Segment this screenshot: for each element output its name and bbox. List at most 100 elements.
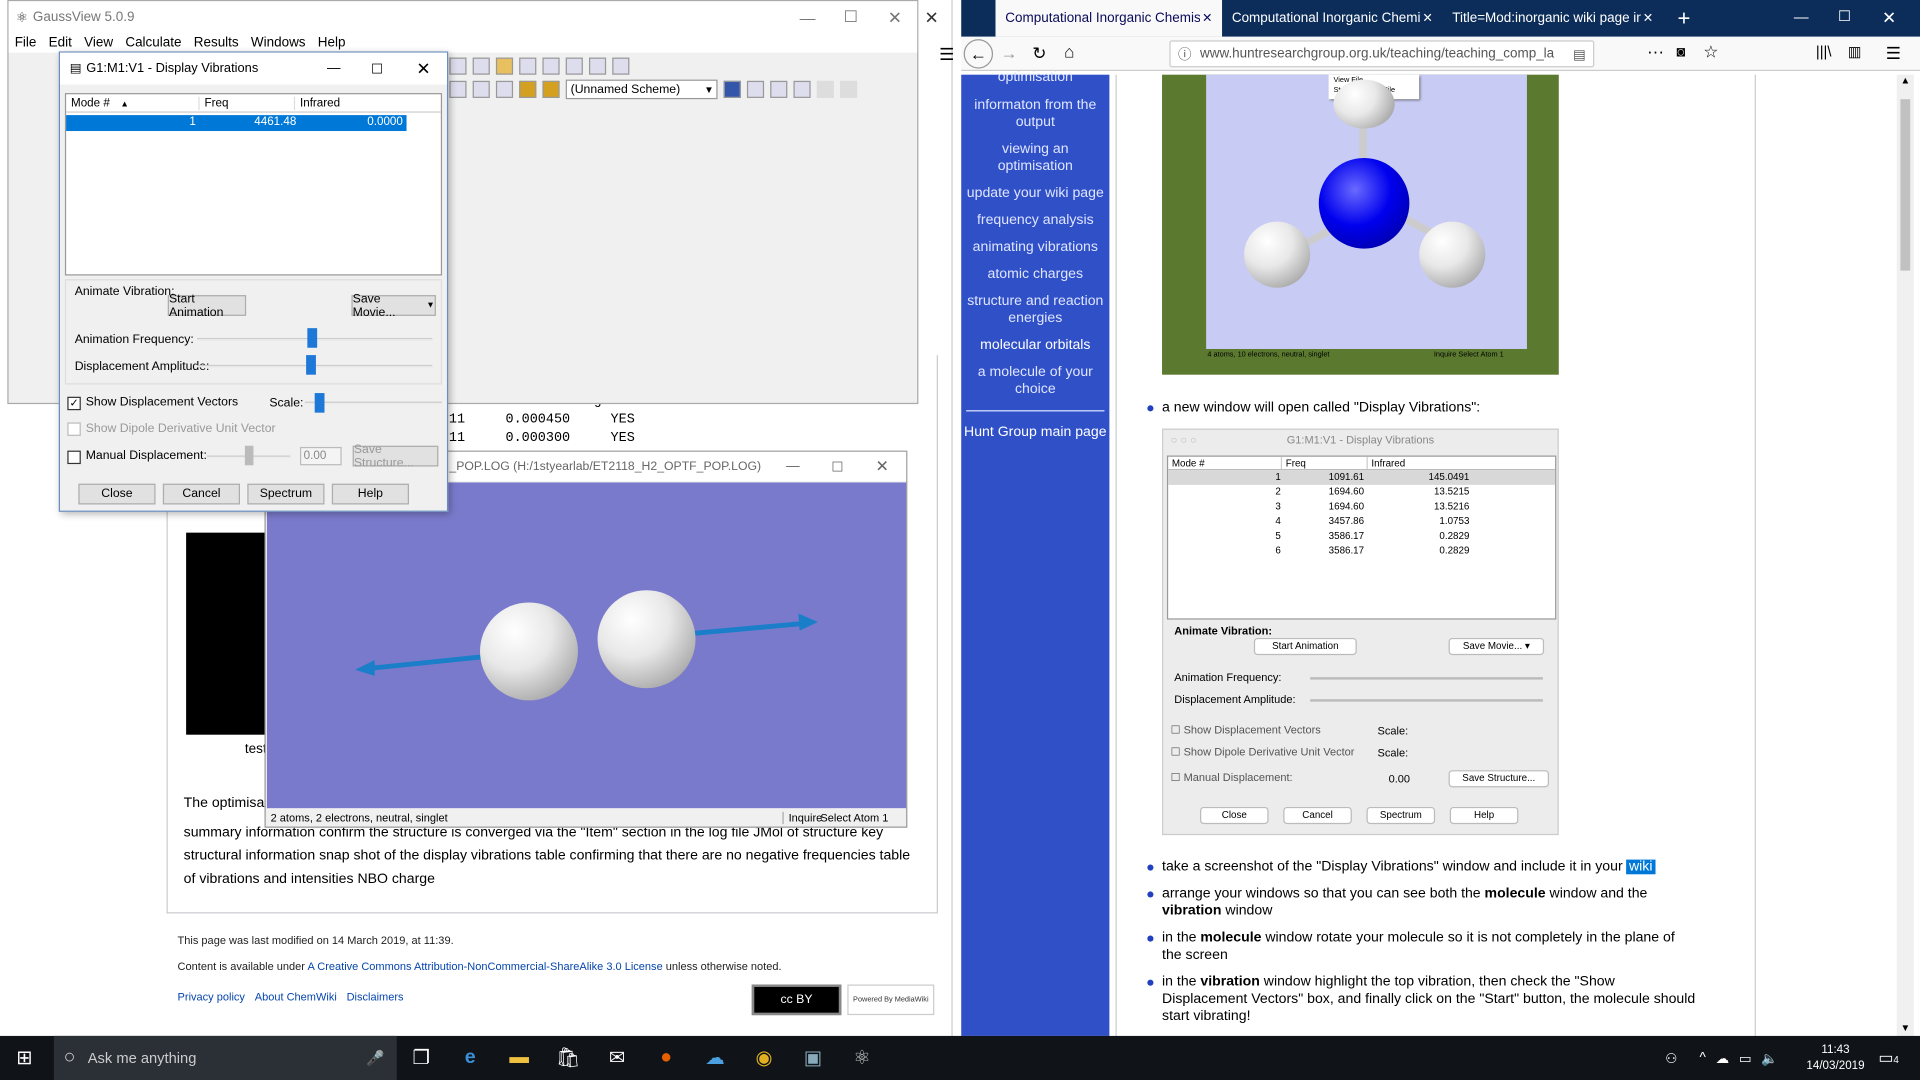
- col-mode[interactable]: Mode # ▲: [66, 96, 198, 109]
- store-icon[interactable]: 🛍: [553, 1043, 582, 1072]
- menu-view[interactable]: View: [78, 36, 119, 51]
- palette-icon[interactable]: [519, 80, 537, 98]
- volume-icon[interactable]: 🔈: [1761, 1050, 1778, 1066]
- minimize-icon[interactable]: —: [327, 61, 340, 76]
- sidebar-item-info-output[interactable]: informaton from the output: [971, 97, 1100, 131]
- mail-icon[interactable]: ✉: [602, 1043, 631, 1072]
- tab-1[interactable]: Computational Inorganic Chemistry ✕: [995, 0, 1223, 37]
- chrome-icon[interactable]: ◉: [749, 1043, 778, 1072]
- home-icon[interactable]: ⌂: [1064, 42, 1074, 62]
- scale-handle[interactable]: [314, 393, 325, 413]
- sidebar-icon[interactable]: ▥: [1848, 43, 1862, 60]
- onedrive-tray-icon[interactable]: ☁: [1716, 1050, 1729, 1066]
- file-explorer-icon[interactable]: ▬: [504, 1043, 533, 1072]
- anim-freq-handle[interactable]: [307, 328, 318, 348]
- select-atom-label[interactable]: Select Atom 1: [820, 812, 888, 824]
- network-icon[interactable]: ▭: [1739, 1050, 1752, 1066]
- task-view-icon[interactable]: ❐: [407, 1043, 436, 1072]
- cancel-button[interactable]: Cancel: [162, 483, 241, 505]
- tab-2[interactable]: Computational Inorganic Chemistry✕: [1222, 0, 1442, 37]
- close-tab-icon[interactable]: ✕: [1643, 12, 1653, 25]
- table-row[interactable]: 1 4461.48 0.0000: [66, 115, 407, 132]
- sidebar-item-own-molecule[interactable]: a molecule of your choice: [971, 364, 1100, 398]
- toolbar-icon[interactable]: [770, 80, 788, 98]
- save-icon[interactable]: [519, 57, 537, 75]
- minimize-icon[interactable]: —: [786, 459, 799, 474]
- scale-slider[interactable]: [304, 401, 443, 405]
- edge-icon[interactable]: e: [456, 1043, 485, 1072]
- privacy-link[interactable]: Privacy policy: [178, 991, 245, 1003]
- menu-edit[interactable]: Edit: [43, 36, 78, 51]
- close-button[interactable]: Close: [78, 483, 156, 505]
- close-tab-icon[interactable]: ✕: [1422, 12, 1432, 25]
- sidebar-item-update-wiki[interactable]: update your wiki page: [961, 185, 1109, 202]
- arrow-left-icon[interactable]: [816, 80, 834, 98]
- show-disp-checkbox[interactable]: ✓: [67, 396, 81, 411]
- spectrum-button[interactable]: Spectrum: [247, 483, 325, 505]
- info-icon[interactable]: ⓘ: [1178, 44, 1191, 64]
- palette-icon[interactable]: [542, 80, 560, 98]
- toolbar-icon[interactable]: [746, 80, 765, 98]
- disclaimers-link[interactable]: Disclaimers: [347, 991, 404, 1003]
- sidebar-item-optimisation[interactable]: optimisation: [961, 69, 1109, 86]
- maximize-icon[interactable]: ☐: [831, 459, 843, 475]
- tab-3[interactable]: Title=Mod:inorganic wiki page inst ✕: [1442, 0, 1662, 37]
- sidebar-item-hunt-main[interactable]: Hunt Group main page: [961, 424, 1109, 441]
- maximize-icon[interactable]: ☐: [1838, 7, 1851, 24]
- toolbar-icon[interactable]: [495, 80, 514, 98]
- camera-icon[interactable]: [565, 57, 583, 75]
- toolbar-icon[interactable]: [472, 80, 490, 98]
- toolbar-icon[interactable]: [723, 80, 741, 98]
- notifications-icon[interactable]: ▭4: [1878, 1048, 1899, 1068]
- arrow-right-icon[interactable]: [840, 80, 858, 98]
- about-link[interactable]: About ChemWiki: [255, 991, 337, 1003]
- disp-amp-handle[interactable]: [306, 355, 316, 375]
- hamburger-icon[interactable]: ☰: [939, 44, 954, 65]
- menu-help[interactable]: Help: [312, 36, 352, 51]
- microphone-icon[interactable]: 🎤: [366, 1049, 384, 1066]
- gaussview-taskbar-icon[interactable]: ⚛: [847, 1043, 876, 1072]
- library-icon[interactable]: |||\: [1816, 43, 1832, 60]
- menu-calculate[interactable]: Calculate: [119, 36, 187, 51]
- scroll-up-icon[interactable]: ▲: [1897, 75, 1914, 86]
- tray-chevron-icon[interactable]: ^: [1699, 1051, 1705, 1066]
- scrollbar-thumb[interactable]: [1900, 99, 1911, 271]
- menu-icon[interactable]: ☰: [1886, 43, 1901, 64]
- hydrogen-atom[interactable]: [480, 602, 578, 701]
- manual-disp-checkbox[interactable]: [67, 450, 81, 465]
- close-icon[interactable]: ✕: [416, 58, 430, 79]
- close-tab-icon[interactable]: ✕: [1202, 12, 1212, 25]
- sidebar-item-viewing-opt[interactable]: viewing an optimisation: [988, 141, 1082, 175]
- sidebar-item-animating[interactable]: animating vibrations: [961, 239, 1109, 256]
- save-movie-button[interactable]: Save Movie... ▼: [351, 292, 436, 319]
- firefox-taskbar-icon[interactable]: ●: [651, 1043, 680, 1072]
- help-button[interactable]: Help: [331, 483, 409, 505]
- reload-icon[interactable]: ↻: [1032, 43, 1046, 64]
- minimize-icon[interactable]: —: [800, 8, 816, 26]
- sidebar-item-atomic-charges[interactable]: atomic charges: [961, 266, 1109, 283]
- mediawiki-badge[interactable]: Powered By MediaWiki: [847, 984, 935, 1016]
- sidebar-item-structure-energies[interactable]: structure and reaction energies: [961, 293, 1109, 327]
- maximize-icon[interactable]: ☐: [371, 61, 383, 77]
- modes-table[interactable]: Mode # ▲ Freq Infrared 1 4461.48 0.0000: [64, 93, 443, 276]
- close-icon[interactable]: ✕: [888, 7, 902, 28]
- close-icon[interactable]: ✕: [1882, 7, 1896, 28]
- cortana-search[interactable]: ○ Ask me anything 🎤: [53, 1035, 397, 1080]
- list-icon[interactable]: [612, 57, 630, 75]
- hydrogen-atom[interactable]: [597, 590, 696, 689]
- onedrive-icon[interactable]: ☁: [700, 1043, 729, 1072]
- windows-start-icon[interactable]: ⊞: [10, 1043, 39, 1072]
- forward-icon[interactable]: →: [1000, 43, 1017, 63]
- toolbar-icon[interactable]: [472, 57, 490, 75]
- scroll-down-icon[interactable]: ▼: [1897, 1022, 1914, 1033]
- print-icon[interactable]: [542, 57, 560, 75]
- reader-icon[interactable]: ▤: [1573, 46, 1586, 62]
- menu-file[interactable]: File: [9, 36, 43, 51]
- col-freq[interactable]: Freq: [198, 96, 294, 110]
- menu-windows[interactable]: Windows: [245, 36, 312, 51]
- pocket-icon[interactable]: ◙: [1676, 43, 1685, 60]
- cc-badge[interactable]: cc BY: [751, 984, 842, 1016]
- close-icon[interactable]: ✕: [876, 457, 889, 477]
- url-bar[interactable]: ⓘ www.huntresearchgroup.org.uk/teaching/t…: [1169, 40, 1595, 68]
- clock[interactable]: 11:43 14/03/2019: [1805, 1042, 1866, 1074]
